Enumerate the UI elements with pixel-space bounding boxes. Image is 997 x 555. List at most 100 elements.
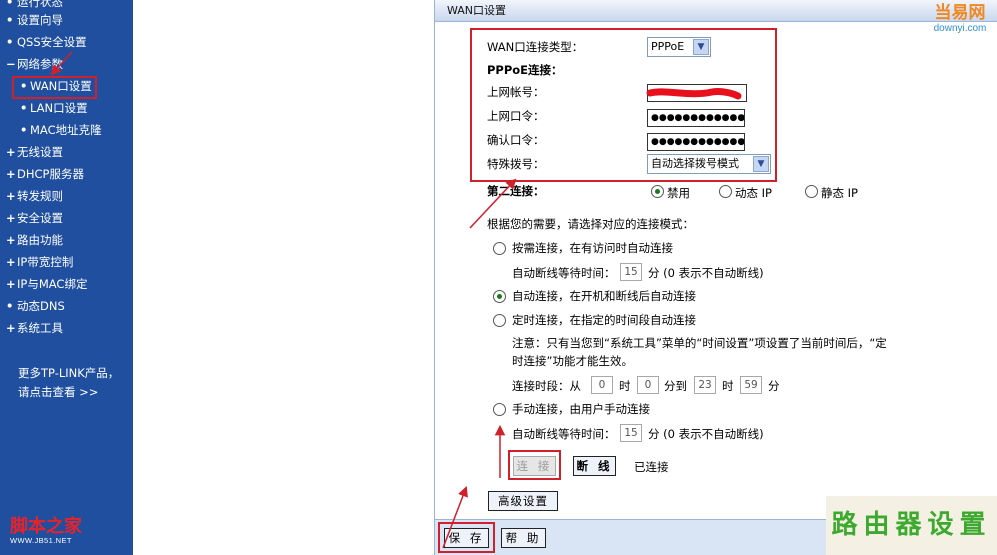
downyi-logo-url: downyi.com — [933, 23, 987, 34]
sidebar-item-label: QSS安全设置 — [17, 35, 87, 49]
promo-line: 更多TP-LINK产品， — [18, 366, 120, 380]
period-to-hour-input[interactable]: 23 — [694, 376, 716, 394]
sidebar-item-mac-clone[interactable]: • MAC地址克隆 — [20, 120, 102, 140]
expand-icon: + — [6, 189, 16, 203]
expand-icon: + — [6, 211, 16, 225]
wan-type-select[interactable]: PPPoE ▼ — [647, 37, 711, 57]
chevron-down-icon[interactable]: ▼ — [753, 156, 769, 172]
idle-label: 自动断线等待时间： — [512, 266, 616, 280]
account-label: 上网帐号： — [487, 85, 545, 99]
mode-manual-radio[interactable] — [493, 403, 506, 416]
period-from-min-input[interactable]: 0 — [637, 376, 659, 394]
note-line-1: 注意：只有当您到“系统工具”菜单的“时间设置”项设置了当前时间后，“定 — [512, 336, 887, 350]
sidebar-item-label: 转发规则 — [17, 189, 63, 203]
sidebar-item-setup-wizard[interactable]: • 设置向导 — [6, 10, 63, 30]
expand-icon: + — [6, 255, 16, 269]
sidebar-item-label: 动态DNS — [17, 299, 65, 313]
watermark-text: 路由器设置 — [831, 510, 992, 540]
expand-icon: + — [6, 167, 16, 181]
to-label: 分到 — [664, 379, 687, 393]
wan-form: WAN口连接类型： PPPoE ▼ PPPoE连接： 上网帐号： 上网口令： ●… — [435, 22, 997, 519]
expand-icon: + — [6, 233, 16, 247]
sidebar-item-lan[interactable]: • LAN口设置 — [20, 98, 88, 118]
panel-title: WAN口设置 — [435, 0, 997, 22]
sidebar-item-routing[interactable]: +路由功能 — [6, 230, 63, 250]
sidebar-item-dhcp[interactable]: +DHCP服务器 — [6, 164, 84, 184]
chevron-down-icon[interactable]: ▼ — [693, 39, 709, 55]
manual-idle-label: 自动断线等待时间： — [512, 427, 616, 441]
bullet-icon: • — [6, 299, 14, 313]
sidebar-item-label: LAN口设置 — [30, 101, 88, 115]
second-static-radio[interactable] — [805, 185, 818, 198]
sidebar-item-label: IP与MAC绑定 — [17, 277, 88, 291]
period-from-min-value: 0 — [644, 379, 652, 391]
sidebar-item-network[interactable]: −网络参数 — [6, 54, 63, 74]
sidebar-item-wireless[interactable]: +无线设置 — [6, 142, 63, 162]
sidebar-item-security[interactable]: +安全设置 — [6, 208, 63, 228]
second-dynamic-radio[interactable] — [719, 185, 732, 198]
downyi-logo: 当易网 downyi.com — [924, 3, 996, 35]
help-button[interactable]: 帮 助 — [501, 528, 546, 548]
pppoe-heading: PPPoE连接： — [487, 63, 563, 77]
wan-settings-panel: WAN口设置 WAN口连接类型： PPPoE ▼ PPPoE连接： 上网帐号： … — [434, 0, 997, 555]
bullet-icon: • — [6, 13, 14, 27]
password-value: ●●●●●●●●●●●●● — [651, 113, 745, 123]
period-from-hour-value: 0 — [598, 379, 606, 391]
idle-time-value: 15 — [624, 266, 638, 278]
period-label: 连接时段：从 — [512, 379, 581, 393]
second-disable-label: 禁用 — [667, 186, 690, 200]
period-to-min-value: 59 — [744, 379, 758, 391]
dial-select[interactable]: 自动选择拨号模式 ▼ — [647, 154, 771, 174]
mode-on-demand-radio[interactable] — [493, 242, 506, 255]
sidebar-item-system-tools[interactable]: +系统工具 — [6, 318, 63, 338]
dial-value: 自动选择拨号模式 — [651, 157, 739, 170]
connect-button[interactable]: 连 接 — [513, 456, 556, 476]
password-input[interactable]: ●●●●●●●●●●●●● — [647, 109, 745, 127]
idle-time-input[interactable]: 15 — [620, 263, 642, 281]
wan-type-label: WAN口连接类型： — [487, 40, 584, 54]
idle-unit: 分 (0 表示不自动断线) — [648, 266, 764, 280]
second-disable-radio[interactable] — [651, 185, 664, 198]
save-button[interactable]: 保 存 — [444, 528, 489, 548]
second-dynamic-label: 动态 IP — [735, 186, 772, 200]
mode-scheduled-label: 定时连接，在指定的时间段自动连接 — [512, 313, 696, 327]
sidebar-item-label: 系统工具 — [17, 321, 63, 335]
sidebar-item-forwarding[interactable]: +转发规则 — [6, 186, 63, 206]
sidebar-item-ddns[interactable]: • 动态DNS — [6, 296, 65, 316]
collapse-icon: − — [6, 57, 16, 71]
promo-link[interactable]: 更多TP-LINK产品， 请点击查看 >> — [18, 364, 128, 402]
second-static-label: 静态 IP — [821, 186, 858, 200]
bullet-icon: • — [6, 35, 14, 49]
sidebar-item-label: IP带宽控制 — [17, 255, 74, 269]
jb51-logo: 脚本之家 — [10, 516, 82, 537]
connection-status: 已连接 — [634, 460, 669, 474]
sidebar-item-label: 运行状态 — [17, 0, 63, 9]
mode-manual-label: 手动连接，由用户手动连接 — [512, 402, 650, 416]
sidebar-item-label: 安全设置 — [17, 211, 63, 225]
sidebar-item-label: 路由功能 — [17, 233, 63, 247]
bullet-icon: • — [20, 101, 28, 115]
account-input[interactable] — [647, 84, 747, 102]
sidebar: • 运行状态 • 设置向导 • QSS安全设置 −网络参数 • WAN口设置 • LAN口… — [0, 0, 133, 555]
expand-icon: + — [6, 145, 16, 159]
mode-auto-radio[interactable] — [493, 290, 506, 303]
manual-idle-input[interactable]: 15 — [620, 424, 642, 442]
confirm-input[interactable]: ●●●●●●●●●●●●● — [647, 133, 745, 151]
disconnect-button[interactable]: 断 线 — [573, 456, 616, 476]
advanced-settings-button[interactable]: 高级设置 — [488, 491, 558, 511]
period-from-hour-input[interactable]: 0 — [591, 376, 613, 394]
mode-on-demand-label: 按需连接，在有访问时自动连接 — [512, 241, 673, 255]
sidebar-item-bandwidth[interactable]: +IP带宽控制 — [6, 252, 73, 272]
expand-icon: + — [6, 321, 16, 335]
downyi-logo-main: 当易网 — [934, 3, 986, 23]
dial-label: 特殊拨号： — [487, 157, 545, 171]
password-label: 上网口令： — [487, 109, 545, 123]
period-to-min-input[interactable]: 59 — [740, 376, 762, 394]
sidebar-item-label: 设置向导 — [17, 13, 63, 27]
mode-scheduled-radio[interactable] — [493, 314, 506, 327]
manual-idle-unit: 分 (0 表示不自动断线) — [648, 427, 764, 441]
sidebar-item-qss[interactable]: • QSS安全设置 — [6, 32, 87, 52]
confirm-label: 确认口令： — [487, 133, 545, 147]
period-to-hour-value: 23 — [698, 379, 712, 391]
sidebar-item-ip-mac[interactable]: +IP与MAC绑定 — [6, 274, 87, 294]
